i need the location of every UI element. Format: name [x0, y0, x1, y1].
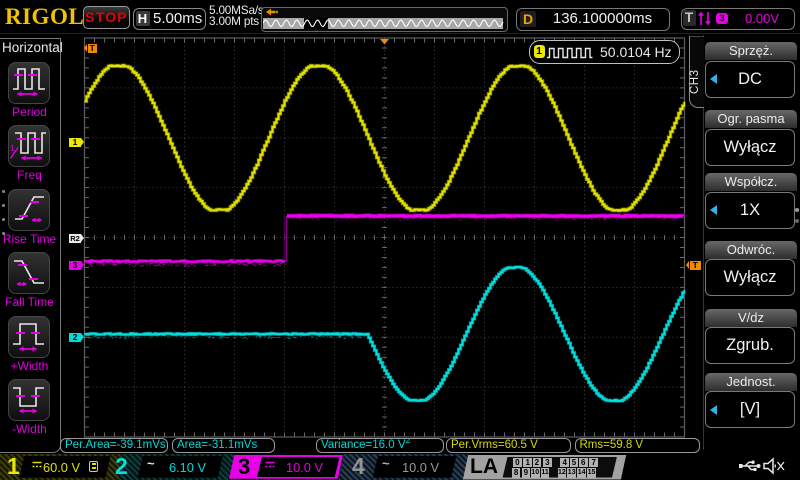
svg-text:1: 1	[10, 143, 15, 153]
